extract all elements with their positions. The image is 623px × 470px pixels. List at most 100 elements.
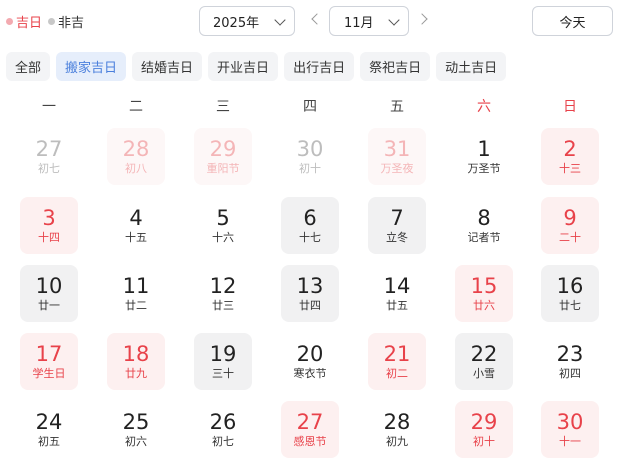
day-cell[interactable]: 24 初五 <box>20 401 78 458</box>
day-number: 29 <box>209 137 237 161</box>
day-number: 25 <box>122 410 150 434</box>
month-select[interactable]: 11月 <box>329 6 409 36</box>
day-number: 26 <box>209 410 237 434</box>
day-cell[interactable]: 27 初七 <box>20 128 78 185</box>
day-cell[interactable]: 2 十三 <box>541 128 599 185</box>
day-number: 28 <box>122 137 150 161</box>
day-cell[interactable]: 25 初六 <box>107 401 165 458</box>
day-cell[interactable]: 30 十一 <box>541 401 599 458</box>
weekday-label: 日 <box>563 99 577 115</box>
day-number: 3 <box>42 206 56 230</box>
bad-day-dot-icon <box>48 18 56 25</box>
lunar-date-label: 廿七 <box>559 299 581 312</box>
lunar-date-label: 初七 <box>38 162 60 175</box>
year-select-value: 2025年 <box>213 15 260 31</box>
day-cell[interactable]: 18 廿九 <box>107 333 165 390</box>
day-number: 29 <box>470 410 498 434</box>
day-cell[interactable]: 13 廿四 <box>281 265 339 322</box>
filter-chip[interactable]: 出行吉日 <box>284 52 355 81</box>
lunar-date-label: 初五 <box>38 435 60 448</box>
lunar-date-label: 寒衣节 <box>293 367 327 380</box>
lunar-date-label: 廿一 <box>38 299 60 312</box>
day-cell[interactable]: 31 万圣夜 <box>368 128 426 185</box>
day-number: 9 <box>563 206 577 230</box>
weekday-label: 六 <box>477 99 491 115</box>
day-cell[interactable]: 9 二十 <box>541 197 599 254</box>
lunar-date-label: 廿二 <box>125 299 147 312</box>
lunar-date-label: 记者节 <box>467 231 501 244</box>
filter-chip[interactable]: 搬家吉日 <box>56 52 127 81</box>
day-cell[interactable]: 5 十六 <box>194 197 252 254</box>
day-number: 1 <box>477 137 491 161</box>
filter-chip[interactable]: 动土吉日 <box>436 52 507 81</box>
day-cell[interactable]: 14 廿五 <box>368 265 426 322</box>
day-number: 14 <box>383 274 411 298</box>
day-number: 21 <box>383 342 411 366</box>
day-cell[interactable]: 12 廿三 <box>194 265 252 322</box>
lunar-date-label: 廿五 <box>386 299 408 312</box>
day-cell[interactable]: 8 记者节 <box>455 197 513 254</box>
lunar-date-label: 十三 <box>559 162 581 175</box>
weekday-label: 三 <box>216 99 230 115</box>
today-button[interactable]: 今天 <box>532 6 613 36</box>
day-cell[interactable]: 17 学生日 <box>20 333 78 390</box>
lunar-date-label: 初十 <box>299 162 321 175</box>
day-cell[interactable]: 6 十七 <box>281 197 339 254</box>
day-cell[interactable]: 10 廿一 <box>20 265 78 322</box>
day-number: 12 <box>209 274 237 298</box>
day-cell[interactable]: 20 寒衣节 <box>281 333 339 390</box>
day-number: 4 <box>129 206 143 230</box>
day-cell[interactable]: 26 初七 <box>194 401 252 458</box>
weekday-label: 二 <box>129 99 143 115</box>
day-number: 19 <box>209 342 237 366</box>
lunar-date-label: 万圣夜 <box>380 162 414 175</box>
next-month-icon[interactable] <box>416 13 428 25</box>
day-cell[interactable]: 4 十五 <box>107 197 165 254</box>
day-number: 6 <box>303 206 317 230</box>
day-cell[interactable]: 27 感恩节 <box>281 401 339 458</box>
day-cell[interactable]: 21 初二 <box>368 333 426 390</box>
day-number: 28 <box>383 410 411 434</box>
day-number: 10 <box>35 274 63 298</box>
day-cell[interactable]: 29 初十 <box>455 401 513 458</box>
weekday-label: 五 <box>390 99 404 115</box>
lunar-date-label: 立冬 <box>386 231 408 244</box>
filter-chip[interactable]: 结婚吉日 <box>132 52 203 81</box>
lunar-date-label: 十四 <box>38 231 60 244</box>
day-cell[interactable]: 22 小雪 <box>455 333 513 390</box>
day-number: 17 <box>35 342 63 366</box>
day-cell[interactable]: 28 初九 <box>368 401 426 458</box>
day-number: 27 <box>35 137 63 161</box>
year-select[interactable]: 2025年 <box>199 6 295 36</box>
lunar-date-label: 重阳节 <box>206 162 240 175</box>
chevron-down-icon <box>274 14 286 26</box>
day-cell[interactable]: 1 万圣节 <box>455 128 513 185</box>
day-cell[interactable]: 19 三十 <box>194 333 252 390</box>
day-cell[interactable]: 3 十四 <box>20 197 78 254</box>
day-cell[interactable]: 29 重阳节 <box>194 128 252 185</box>
lunar-date-label: 初四 <box>559 367 581 380</box>
filter-chip[interactable]: 开业吉日 <box>208 52 279 81</box>
day-cell[interactable]: 11 廿二 <box>107 265 165 322</box>
lunar-date-label: 十一 <box>559 435 581 448</box>
day-cell[interactable]: 23 初四 <box>541 333 599 390</box>
day-cell[interactable]: 7 立冬 <box>368 197 426 254</box>
lunar-date-label: 十五 <box>125 231 147 244</box>
lunar-date-label: 万圣节 <box>467 162 501 175</box>
day-number: 31 <box>383 137 411 161</box>
filter-chip[interactable]: 全部 <box>6 52 51 81</box>
lunar-date-label: 初六 <box>125 435 147 448</box>
lunar-date-label: 十六 <box>212 231 234 244</box>
lunar-date-label: 二十 <box>559 231 581 244</box>
weekday-label: 一 <box>42 99 56 115</box>
filter-chip[interactable]: 祭祀吉日 <box>360 52 431 81</box>
prev-month-icon[interactable] <box>311 13 323 25</box>
day-cell[interactable]: 30 初十 <box>281 128 339 185</box>
day-cell[interactable]: 15 廿六 <box>455 265 513 322</box>
legend-bad-day: 非吉 <box>48 12 84 31</box>
lunar-date-label: 初九 <box>386 435 408 448</box>
day-cell[interactable]: 16 廿七 <box>541 265 599 322</box>
day-number: 2 <box>563 137 577 161</box>
day-number: 27 <box>296 410 324 434</box>
day-cell[interactable]: 28 初八 <box>107 128 165 185</box>
